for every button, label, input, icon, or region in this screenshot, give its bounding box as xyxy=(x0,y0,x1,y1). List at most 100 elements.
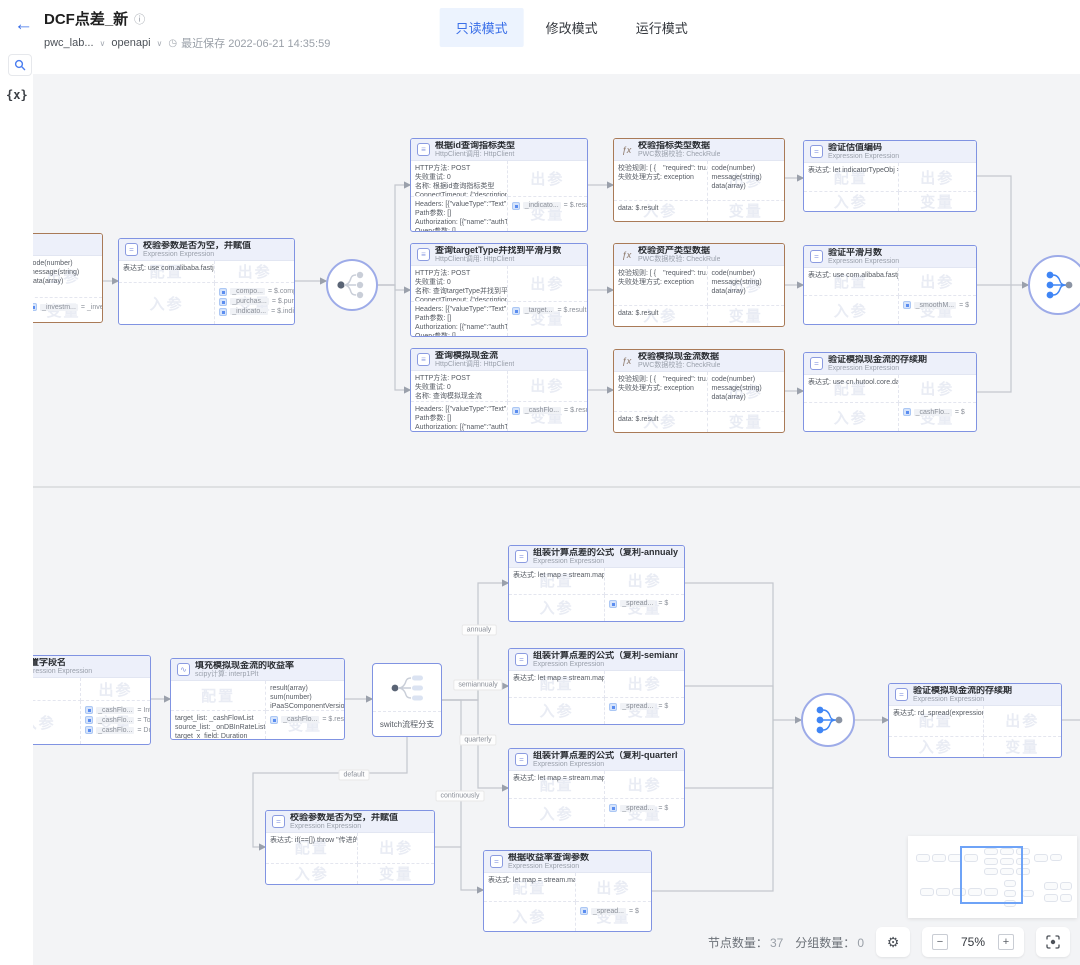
flow-node-n10[interactable]: = 验证平滑月数 Expression Expression 配置表达式: us… xyxy=(803,245,977,325)
variable-icon xyxy=(609,804,617,812)
node-title: 查询targetType并找到平滑月数 xyxy=(435,246,561,256)
node-cell-br: 变量_cashFlo...= $ xyxy=(899,403,976,431)
workspace-select[interactable]: pwc_lab... xyxy=(44,37,94,49)
watermark-label: 出参 xyxy=(605,568,684,594)
tab-run-mode[interactable]: 运行模式 xyxy=(620,8,704,47)
variable-tag: _purchas...= $.purchase... xyxy=(219,298,290,306)
node-subtitle: PWC数据校验: CheckRule xyxy=(638,362,720,370)
flow-node-n11[interactable]: = 验证模拟现金流的存续期 Expression Expression 配置表达… xyxy=(803,352,977,432)
expr-icon: = xyxy=(515,753,528,766)
api-select[interactable]: openapi xyxy=(111,37,150,49)
watermark-label: 出参 xyxy=(576,873,651,901)
connector-fan-in[interactable] xyxy=(1028,255,1080,315)
node-cell-tl: 配置表达式: let map = stream.map()... xyxy=(509,771,605,799)
search-icon xyxy=(14,59,26,71)
connector-fan-out[interactable] xyxy=(326,259,378,311)
flow-node-n7[interactable]: ƒx 校验资产类型数据 PWC数据校验: CheckRule 校验规则: [ {… xyxy=(613,243,785,327)
node-header: = 组装计算点差的公式（复利-annualy） Expression Expre… xyxy=(509,546,684,568)
node-cell-tl: 配置表达式: let map = stream.map()... xyxy=(484,873,576,902)
node-cell-br: 变量_spread...= $ xyxy=(576,902,651,931)
minimap-viewport[interactable] xyxy=(960,846,1023,904)
branch-label: annualy xyxy=(462,625,497,636)
flow-node-n4[interactable]: ≡ 查询targetType并找到平滑月数 HttpClient调用: Http… xyxy=(410,243,588,337)
flow-node-n15[interactable]: = 组装计算点差的公式（复利-annualy） Expression Expre… xyxy=(508,545,685,622)
http-icon: ≡ xyxy=(417,353,430,366)
flow-node-n17[interactable]: = 组装计算点差的公式（复利-quarterly） Expression Exp… xyxy=(508,748,685,828)
minimap[interactable] xyxy=(908,836,1077,918)
node-cell-tr: 出参code(number)message(string)data(array) xyxy=(708,266,785,306)
node-cell-tl: 配置表达式: use com.alibaba.fastjson... xyxy=(119,261,215,283)
switch-branch-icon xyxy=(373,664,441,712)
last-saved: ◷ 最近保存 2022-06-21 14:35:59 xyxy=(168,35,330,51)
flow-node-n19[interactable]: = 校验参数是否为空，并赋值 Expression Expression 配置表… xyxy=(265,810,435,885)
node-cell-tr: 出参 xyxy=(508,266,587,302)
watermark-label: 入参 xyxy=(804,403,898,431)
flow-node-n12[interactable]: = 设置字段名 Expression Expression Rate =...出… xyxy=(33,655,151,745)
group-count: 分组数量：0 xyxy=(795,934,864,951)
node-cell-bl: 入参 xyxy=(804,403,899,431)
watermark-label: 入参 xyxy=(266,864,357,884)
fit-view-button[interactable] xyxy=(1036,927,1070,957)
flow-node-n13[interactable]: ∿ 填充模拟现金流的收益率 scipy计算: interp1Plt 配置resu… xyxy=(170,658,345,740)
node-cell-bl: Headers: [{"valueType":"Text","n...Path参… xyxy=(411,302,508,337)
zoom-in-button[interactable]: + xyxy=(998,934,1014,950)
node-subtitle: PWC数据校验: CheckRule xyxy=(638,151,720,159)
flow-node-n6[interactable]: ƒx 校验指标类型数据 PWC数据校验: CheckRule 校验规则: [ {… xyxy=(613,138,785,222)
minimap-node xyxy=(1034,854,1048,862)
flow-canvas[interactable]: 节点数量：37 分组数量：0 ⚙ − 75% + ƒx 出参code(numbe… xyxy=(33,74,1080,965)
watermark-label: 出参 xyxy=(508,266,587,301)
minimap-node xyxy=(1060,882,1072,890)
node-cell-tr: 出参 xyxy=(984,706,1061,737)
flow-node-switch[interactable]: switch流程分支 xyxy=(372,663,442,737)
variables-icon[interactable]: {x} xyxy=(6,88,28,102)
flow-node-n20[interactable]: = 验证模拟现金流的存续期 Expression Expression 配置表达… xyxy=(888,683,1062,758)
node-cell-tl: Rate =... xyxy=(33,678,81,701)
node-cell-bl: 入参 xyxy=(33,701,81,744)
flow-node-n2[interactable]: = 校验参数是否为空，并赋值 Expression Expression 配置表… xyxy=(118,238,295,325)
variable-icon xyxy=(219,288,227,296)
flow-node-n18[interactable]: = 根据收益率查询参数 Expression Expression 配置表达式:… xyxy=(483,850,652,932)
node-cell-br: 变量_cashFlo...= $.result.dat... xyxy=(508,402,587,432)
node-cell-tl: HTTP方法: POST失败重试: 0名称: 查询targetType并找到平滑… xyxy=(411,266,508,302)
node-cell-br: 变量_compo...= $.compoun..._purchas...= $.… xyxy=(215,283,294,324)
breadcrumb: pwc_lab... ∨ openapi ∨ ◷ 最近保存 2022-06-21… xyxy=(44,35,330,51)
settings-button[interactable]: ⚙ xyxy=(876,927,910,957)
watermark-label: 出参 xyxy=(899,163,976,191)
search-button[interactable] xyxy=(8,54,32,76)
flow-node-n5[interactable]: ≡ 查询模拟现金流 HttpClient调用: HttpClient HTTP方… xyxy=(410,348,588,432)
variable-icon xyxy=(609,600,617,608)
chevron-down-icon: ∨ xyxy=(100,39,106,48)
node-cell-br: 变量 xyxy=(984,737,1061,757)
http-icon: ≡ xyxy=(417,143,430,156)
node-title: 组装计算点差的公式（复利-quarterly） xyxy=(533,751,678,761)
watermark-label: 出参 xyxy=(984,706,1061,736)
branch-label: semiannualy xyxy=(453,680,502,691)
flow-node-n8[interactable]: ƒx 校验模拟现金流数据 PWC数据校验: CheckRule 校验规则: [ … xyxy=(613,349,785,433)
node-title: 校验模拟现金流数据 xyxy=(638,352,720,362)
variable-tag: _spread...= $ xyxy=(580,907,647,915)
node-header: ƒx 校验指标类型数据 PWC数据校验: CheckRule xyxy=(614,139,784,161)
flow-node-n9[interactable]: = 验证估值编码 Expression Expression 配置表达式: le… xyxy=(803,140,977,212)
node-cell-tr: 出参 xyxy=(605,671,684,698)
node-subtitle: scipy计算: interp1Plt xyxy=(195,671,294,679)
flow-node-n16[interactable]: = 组装计算点差的公式（复利-semiannualy） Expression E… xyxy=(508,648,685,725)
tab-read-mode[interactable]: 只读模式 xyxy=(440,8,524,47)
watermark-label: 配置 xyxy=(171,681,265,710)
variable-icon xyxy=(219,308,227,316)
connector-fan-in[interactable] xyxy=(801,693,855,747)
info-icon[interactable]: ⓘ xyxy=(134,11,145,27)
variable-tag: _spread...= $ xyxy=(609,703,680,711)
tab-edit-mode[interactable]: 修改模式 xyxy=(530,8,614,47)
watermark-label: 出参 xyxy=(508,371,587,401)
minimap-node xyxy=(1022,890,1034,897)
node-title: 校验指标类型数据 xyxy=(638,141,720,151)
zoom-out-button[interactable]: − xyxy=(932,934,948,950)
minimap-node xyxy=(932,854,946,862)
flow-node-n3[interactable]: ≡ 根据id查询指标类型 HttpClient调用: HttpClient HT… xyxy=(410,138,588,232)
node-cell-br: 变量 xyxy=(708,201,785,221)
back-arrow-icon[interactable]: ← xyxy=(14,14,33,36)
minimap-node xyxy=(920,888,934,896)
clock-icon: ◷ xyxy=(168,38,177,49)
flow-node-n1[interactable]: ƒx 出参code(number)message(string)data(arr… xyxy=(33,233,103,323)
watermark-label: 变量 xyxy=(899,192,976,211)
